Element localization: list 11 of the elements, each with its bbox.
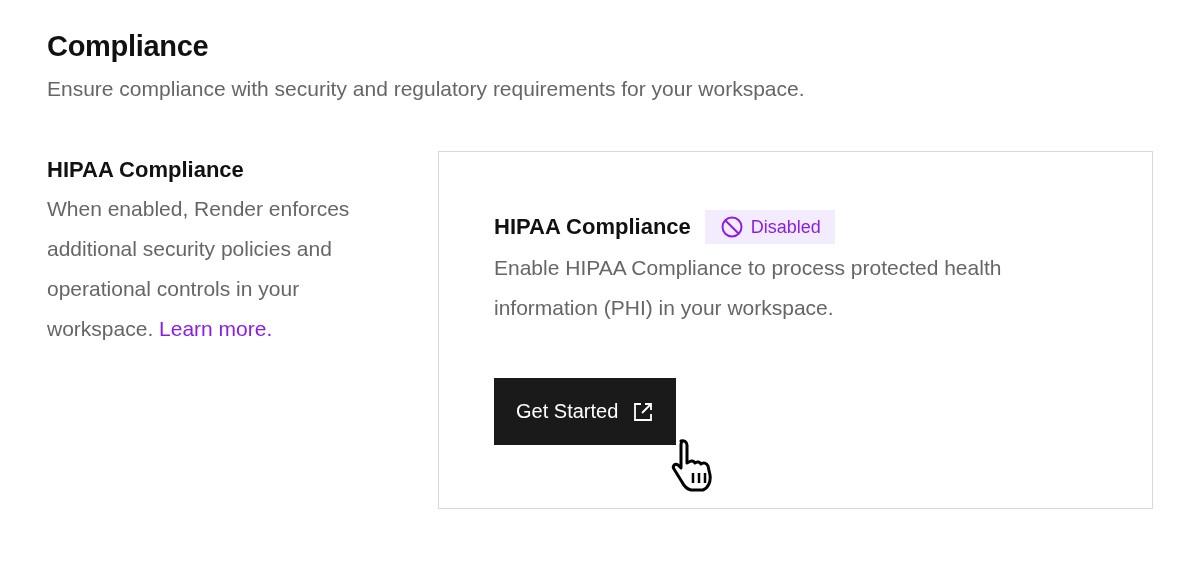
learn-more-link[interactable]: Learn more. — [159, 317, 273, 340]
card-title: HIPAA Compliance — [494, 214, 691, 240]
card-description: Enable HIPAA Compliance to process protected health information (PHI) in your workspace. — [494, 255, 1003, 321]
status-badge: Disabled — [704, 210, 835, 244]
get-started-button[interactable]: Get Started — [494, 378, 677, 445]
section-description: Ensure compliance with security and regulatory requirements for your workspace. — [47, 77, 806, 101]
setting-title: HIPAA Compliance — [47, 157, 245, 183]
section-title: Compliance — [47, 30, 210, 63]
prohibited-icon — [720, 216, 743, 238]
external-link-icon — [632, 400, 655, 423]
setting-description: When enabled, Render enforces additional security policies and operational controls in your workspace. Learn more. — [47, 196, 351, 342]
